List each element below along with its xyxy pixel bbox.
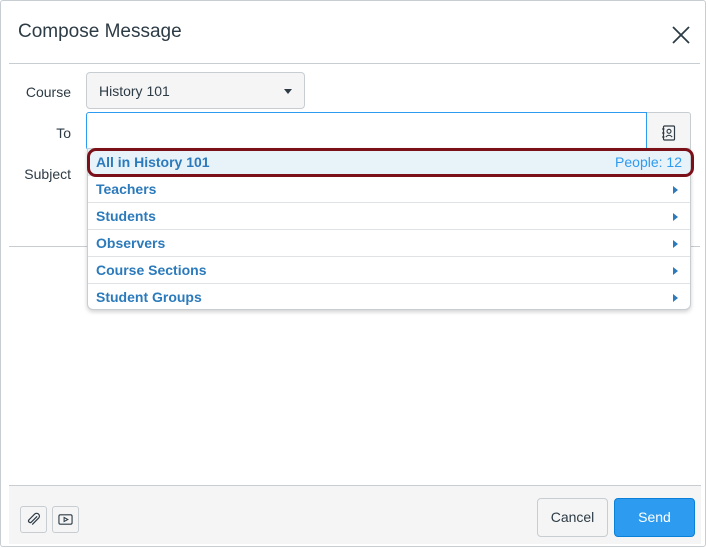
chevron-right-icon [673,294,678,302]
course-select[interactable]: History 101 [86,72,305,109]
chevron-right-icon [673,267,678,275]
dropdown-item-label: Student Groups [96,289,202,305]
chevron-right-icon [673,213,678,221]
address-book-icon [662,125,676,141]
recipient-dropdown: All in History 101 People: 12 Teachers S… [87,148,691,310]
cancel-button[interactable]: Cancel [537,498,608,537]
dropdown-item-teachers[interactable]: Teachers [88,176,690,203]
dropdown-item-course-sections[interactable]: Course Sections [88,257,690,284]
dropdown-item-label: Teachers [96,181,157,197]
dropdown-item-label: Course Sections [96,262,207,278]
address-book-button[interactable] [647,112,691,150]
compose-message-dialog: Compose Message Course History 101 To Su… [0,0,706,547]
dropdown-item-all-in-course[interactable]: All in History 101 People: 12 [88,149,690,176]
to-label: To [56,125,71,141]
chevron-right-icon [673,240,678,248]
dropdown-item-observers[interactable]: Observers [88,230,690,257]
dropdown-item-student-groups[interactable]: Student Groups [88,284,690,311]
dialog-title: Compose Message [18,21,182,42]
subject-label: Subject [24,166,71,182]
attach-button[interactable] [20,506,47,533]
header-divider [9,63,700,64]
close-icon[interactable] [671,25,691,45]
course-label: Course [25,84,71,100]
send-button[interactable]: Send [614,498,695,537]
dropdown-item-label: Students [96,208,156,224]
dropdown-item-label: Observers [96,235,166,251]
paperclip-icon [27,512,40,525]
dropdown-item-students[interactable]: Students [88,203,690,230]
dialog-footer: Cancel Send [9,485,701,544]
chevron-down-icon [284,89,292,94]
media-button[interactable] [52,506,79,533]
to-input[interactable] [86,112,647,150]
people-count: People: 12 [615,154,682,170]
dropdown-item-label: All in History 101 [96,154,210,170]
close-button[interactable] [671,25,697,51]
chevron-right-icon [673,186,678,194]
course-select-value: History 101 [99,83,170,99]
media-icon [58,514,73,525]
